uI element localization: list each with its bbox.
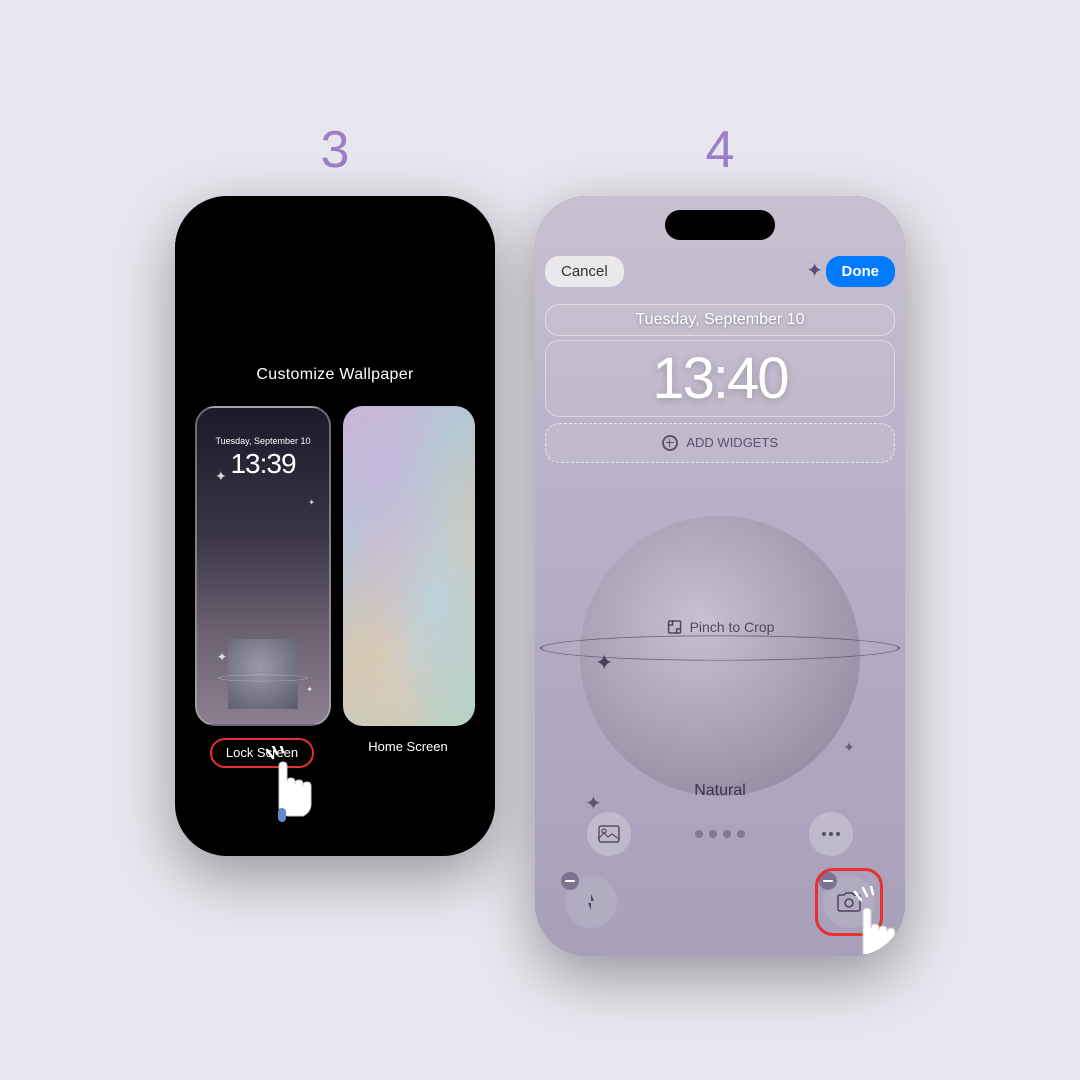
gallery-icon <box>598 825 620 843</box>
dots-row <box>695 830 745 838</box>
step-4: 4 ✦ ✦ ✦ Cancel ✦ Done <box>535 124 905 956</box>
homescreen-preview <box>343 406 475 726</box>
crop-icon <box>666 618 684 636</box>
phone4-topbar: Cancel ✦ Done <box>545 256 895 287</box>
mini-ring <box>218 675 308 682</box>
sparkle-planet-1: ✦ <box>595 650 613 676</box>
phone-4: ✦ ✦ ✦ Cancel ✦ Done Tuesday, September 1… <box>535 196 905 956</box>
flashlight-minus-badge <box>561 872 579 890</box>
time-box[interactable]: 13:40 <box>545 340 895 417</box>
phone4-bottombar: Natural <box>535 782 905 856</box>
more-icon <box>821 831 841 837</box>
sparkle-3: ✦ <box>217 650 227 664</box>
pinch-to-crop-label: Pinch to Crop <box>666 618 775 636</box>
dynamic-island-4 <box>665 210 775 240</box>
bottom-icons-row <box>535 812 905 856</box>
homescreen-label-container: Home Screen <box>341 738 475 768</box>
hand-cursor-3 <box>265 746 337 836</box>
add-widgets-text: ADD WIDGETS <box>686 435 778 450</box>
style-label: Natural <box>535 782 905 800</box>
step-3-number: 3 <box>321 124 350 176</box>
done-button[interactable]: Done <box>826 256 896 287</box>
step-4-number: 4 <box>706 124 735 176</box>
hand-cursor-4 <box>845 886 905 956</box>
pinch-to-crop-text: Pinch to Crop <box>690 619 775 635</box>
dot-4 <box>737 830 745 838</box>
sparkle-1: ✦ <box>215 468 227 485</box>
add-icon <box>662 435 678 451</box>
phone-3: Customize Wallpaper Tuesday, September 1… <box>175 196 495 856</box>
flashlight-icon <box>580 891 602 913</box>
mini-date: Tuesday, September 10 <box>197 436 329 446</box>
phone3-screen: Customize Wallpaper Tuesday, September 1… <box>175 196 495 856</box>
dot-2 <box>709 830 717 838</box>
time-text: 13:40 <box>652 346 787 411</box>
planet-ring-large <box>540 635 900 660</box>
wallpaper-options: Tuesday, September 10 13:39 ✦ ✦ ✦ ✦ <box>195 406 475 726</box>
sparkle-planet-2: ✦ <box>843 739 855 756</box>
gallery-icon-btn[interactable] <box>587 812 631 856</box>
dot-3 <box>723 830 731 838</box>
customize-wallpaper-label: Customize Wallpaper <box>256 366 413 384</box>
hand-icon-3 <box>265 746 337 831</box>
main-container: 3 Customize Wallpaper Tuesday, September… <box>135 84 945 996</box>
homescreen-label-text: Home Screen <box>368 739 447 754</box>
add-widgets-box[interactable]: ADD WIDGETS <box>545 423 895 463</box>
dot-1 <box>695 830 703 838</box>
dynamic-island-3 <box>280 210 390 240</box>
homescreen-thumb[interactable] <box>343 406 475 726</box>
cancel-button[interactable]: Cancel <box>545 256 624 287</box>
date-text: Tuesday, September 10 <box>636 311 805 328</box>
step-3: 3 Customize Wallpaper Tuesday, September… <box>175 124 495 856</box>
star-badge-topbar: ✦ <box>806 258 823 283</box>
lockscreen-thumb[interactable]: Tuesday, September 10 13:39 ✦ ✦ ✦ ✦ <box>195 406 331 726</box>
lockscreen-preview: Tuesday, September 10 13:39 ✦ ✦ ✦ ✦ <box>197 408 329 724</box>
flashlight-btn-container <box>565 876 617 928</box>
hand-icon-4 <box>845 886 905 956</box>
date-box[interactable]: Tuesday, September 10 <box>545 304 895 336</box>
phone4-screen: ✦ ✦ ✦ Cancel ✦ Done Tuesday, September 1… <box>535 196 905 956</box>
phone4-date-area: Tuesday, September 10 13:40 ADD WIDGETS <box>545 304 895 463</box>
sparkle-2: ✦ <box>308 498 315 507</box>
sparkle-4: ✦ <box>306 685 313 694</box>
minus-line-flashlight <box>565 880 575 882</box>
more-options-btn[interactable] <box>809 812 853 856</box>
